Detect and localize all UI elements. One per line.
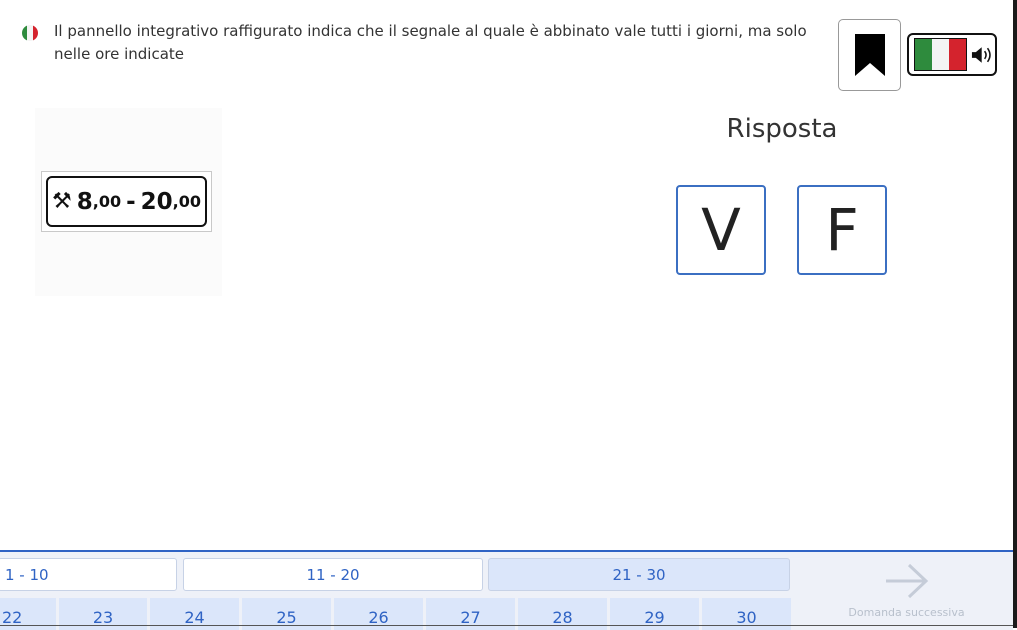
sign-start-hour: 8 <box>76 188 93 215</box>
range-tab-11-20[interactable]: 11 - 20 <box>183 558 483 591</box>
bottom-divider <box>0 625 1013 626</box>
question-navigation-bar: 1 - 10 11 - 20 21 - 30 22 23 24 25 26 27… <box>0 550 1013 630</box>
bookmark-button[interactable] <box>838 19 901 91</box>
crossed-hammers-icon: ⚒ <box>52 189 72 214</box>
true-answer-button[interactable]: V <box>676 185 766 275</box>
range-tab-1-10[interactable]: 1 - 10 <box>0 558 177 591</box>
false-answer-button[interactable]: F <box>797 185 887 275</box>
next-question-label: Domanda successiva <box>848 606 965 619</box>
sign-separator: - <box>126 188 136 215</box>
sign-start-decimals: ,00 <box>92 192 122 211</box>
question-row: Il pannello integrativo raffigurato indi… <box>22 20 812 66</box>
arrow-right-icon <box>885 563 928 599</box>
italian-flag-icon <box>914 38 967 71</box>
range-tab-21-30[interactable]: 21 - 30 <box>488 558 790 591</box>
question-text: Il pannello integrativo raffigurato indi… <box>54 22 807 63</box>
next-question-button[interactable]: Domanda successiva <box>800 560 1013 630</box>
bookmark-icon <box>854 34 885 76</box>
answer-title: Risposta <box>726 114 838 144</box>
audio-language-button[interactable] <box>907 33 997 76</box>
italian-flag-icon <box>22 25 38 41</box>
speaker-icon <box>971 46 991 63</box>
supplementary-panel: ⚒ 8,00 - 20,00 <box>41 171 212 232</box>
road-sign-image: ⚒ 8,00 - 20,00 <box>35 108 222 296</box>
sign-end-hour: 20 <box>140 188 173 215</box>
sign-end-decimals: ,00 <box>172 192 201 211</box>
window-edge <box>1013 0 1017 628</box>
